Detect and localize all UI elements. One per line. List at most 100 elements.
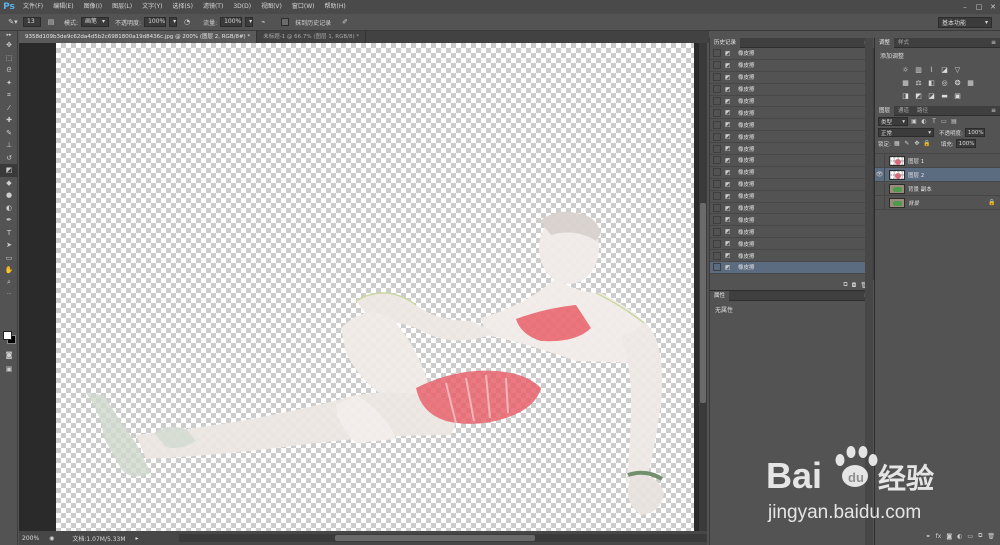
- new-group-icon[interactable]: ▭: [967, 533, 973, 540]
- history-state-row[interactable]: ◩ 橡皮擦: [710, 119, 866, 132]
- tab-document-2[interactable]: 未标题-1 @ 66.7% (图层 1, RGB/8) *: [257, 31, 367, 43]
- menu-item[interactable]: 帮助(H): [320, 0, 351, 14]
- hue-saturation-icon[interactable]: ▦: [901, 78, 910, 87]
- erase-history-checkbox[interactable]: [281, 18, 290, 26]
- vertical-scroll-thumb[interactable]: [700, 203, 706, 403]
- history-source-checkbox[interactable]: [713, 85, 721, 94]
- more-tools-icon[interactable]: …: [0, 289, 18, 297]
- filter-shape-icon[interactable]: ▭: [940, 118, 948, 126]
- pen-tool-icon[interactable]: ✒: [0, 214, 18, 227]
- menu-item[interactable]: 文件(F): [18, 0, 48, 14]
- healing-brush-tool-icon[interactable]: ✚: [0, 114, 18, 127]
- invert-icon[interactable]: ◨: [901, 91, 910, 100]
- history-state-row[interactable]: ◩ 橡皮擦: [710, 131, 866, 144]
- new-document-from-state-icon[interactable]: ⧉: [843, 281, 847, 289]
- pressure-size-icon[interactable]: ✐: [338, 16, 352, 28]
- blend-mode-select[interactable]: 正常 ▾: [878, 128, 934, 137]
- visibility-eye-icon[interactable]: 👁: [875, 167, 885, 182]
- history-source-checkbox[interactable]: [713, 61, 721, 70]
- black-white-icon[interactable]: ◧: [927, 78, 936, 87]
- dodge-tool-icon[interactable]: ◐: [0, 202, 18, 215]
- lock-all-icon[interactable]: 🔒: [923, 140, 931, 148]
- lock-pixels-icon[interactable]: ✎: [903, 140, 911, 148]
- path-select-tool-icon[interactable]: ➤: [0, 239, 18, 252]
- menu-item[interactable]: 编辑(E): [48, 0, 78, 14]
- history-state-row[interactable]: ◩ 橡皮擦: [710, 60, 866, 72]
- history-source-checkbox[interactable]: [713, 144, 721, 153]
- new-adjustment-icon[interactable]: ◐: [957, 533, 962, 540]
- menu-item[interactable]: 图像(I): [79, 0, 107, 14]
- filter-pixel-icon[interactable]: ▣: [910, 118, 918, 126]
- mode-select[interactable]: 画笔 ▾: [81, 17, 110, 27]
- quick-select-tool-icon[interactable]: ✦: [0, 77, 18, 90]
- menu-item[interactable]: 选择(S): [167, 0, 198, 14]
- tab-channels[interactable]: 通道: [894, 106, 913, 116]
- menu-item[interactable]: 3D(D): [228, 0, 256, 14]
- history-state-row[interactable]: ◩ 橡皮擦: [710, 107, 866, 120]
- shape-tool-icon[interactable]: ▭: [0, 252, 18, 265]
- filter-adjust-icon[interactable]: ◐: [920, 118, 928, 126]
- visibility-eye-icon[interactable]: [875, 195, 885, 210]
- layer-filter-select[interactable]: 类型 ▾: [878, 117, 908, 126]
- crop-tool-icon[interactable]: ⌗: [0, 89, 18, 102]
- history-state-row[interactable]: ◩ 橡皮擦: [710, 143, 866, 156]
- filter-type-icon[interactable]: T: [930, 118, 938, 126]
- collapse-arrows-icon[interactable]: ▸▸: [0, 31, 18, 39]
- menu-item[interactable]: 视图(V): [256, 0, 287, 14]
- brush-panel-icon[interactable]: ▤: [44, 16, 58, 28]
- screen-mode-icon[interactable]: ▣: [0, 363, 18, 376]
- vibrance-icon[interactable]: ▽: [953, 65, 962, 74]
- menu-item[interactable]: 滤镜(T): [198, 0, 228, 14]
- history-source-checkbox[interactable]: [713, 168, 721, 177]
- visibility-eye-icon[interactable]: [875, 153, 885, 168]
- pressure-opacity-icon[interactable]: ◔: [180, 16, 194, 28]
- history-source-checkbox[interactable]: [713, 227, 721, 236]
- history-source-checkbox[interactable]: [713, 120, 721, 129]
- color-balance-icon[interactable]: ⚖: [914, 78, 923, 87]
- lock-position-icon[interactable]: ✥: [913, 140, 921, 148]
- horizontal-scroll-thumb[interactable]: [335, 535, 535, 541]
- exposure-icon[interactable]: ◪: [940, 65, 949, 74]
- layer-row[interactable]: 背景 🔒: [875, 195, 1000, 210]
- layer-row[interactable]: 背景 副本: [875, 181, 1000, 196]
- close-icon[interactable]: ✕: [986, 0, 1000, 14]
- brush-size-picker[interactable]: 13: [23, 17, 41, 27]
- menu-item[interactable]: 窗口(W): [287, 0, 320, 14]
- history-state-row[interactable]: ◩ 橡皮擦: [710, 191, 866, 203]
- curves-icon[interactable]: ⌇: [927, 65, 936, 74]
- minimize-icon[interactable]: –: [958, 0, 972, 14]
- workspace-select[interactable]: 基本功能 ▾: [938, 17, 992, 28]
- type-tool-icon[interactable]: T: [0, 227, 18, 240]
- layer-row[interactable]: 图层 1: [875, 153, 1000, 168]
- layer-row[interactable]: 👁 图层 2: [875, 167, 1000, 182]
- history-state-row[interactable]: ◩ 橡皮擦: [710, 238, 866, 251]
- history-state-row[interactable]: ◩ 橡皮擦: [710, 250, 866, 263]
- tab-adjustments[interactable]: 调整: [875, 37, 895, 48]
- history-source-checkbox[interactable]: [713, 204, 721, 213]
- gradient-map-icon[interactable]: ▬: [940, 91, 949, 100]
- quick-mask-icon[interactable]: ◙: [0, 349, 18, 362]
- zoom-level[interactable]: 200%: [22, 535, 39, 542]
- color-lookup-icon[interactable]: ▦: [966, 78, 975, 87]
- foreground-color-swatch[interactable]: [3, 331, 12, 340]
- history-source-checkbox[interactable]: [713, 49, 721, 58]
- brush-tool-icon[interactable]: ✎: [0, 127, 18, 140]
- trash-icon[interactable]: 🗑: [987, 533, 995, 540]
- eraser-tool-icon[interactable]: ◩: [0, 164, 18, 177]
- history-source-checkbox[interactable]: [713, 215, 721, 224]
- tab-properties[interactable]: 属性: [710, 290, 730, 301]
- layer-style-icon[interactable]: fx: [936, 533, 942, 540]
- menu-item[interactable]: 文字(Y): [137, 0, 167, 14]
- history-state-row[interactable]: ◩ 橡皮擦: [710, 96, 866, 108]
- panel-menu-icon[interactable]: ≡: [991, 107, 996, 114]
- filter-smart-icon[interactable]: ▤: [950, 118, 958, 126]
- snapshot-icon[interactable]: ◘: [852, 282, 857, 289]
- history-source-checkbox[interactable]: [713, 108, 721, 117]
- history-source-checkbox[interactable]: [713, 251, 721, 260]
- channel-mixer-icon[interactable]: ❂: [953, 78, 962, 87]
- status-menu-arrow-icon[interactable]: ▸: [136, 535, 139, 542]
- eyedropper-tool-icon[interactable]: ⁄: [0, 102, 18, 115]
- marquee-tool-icon[interactable]: ⬚: [0, 52, 18, 65]
- history-source-checkbox[interactable]: [713, 239, 721, 248]
- history-source-checkbox[interactable]: [713, 73, 721, 82]
